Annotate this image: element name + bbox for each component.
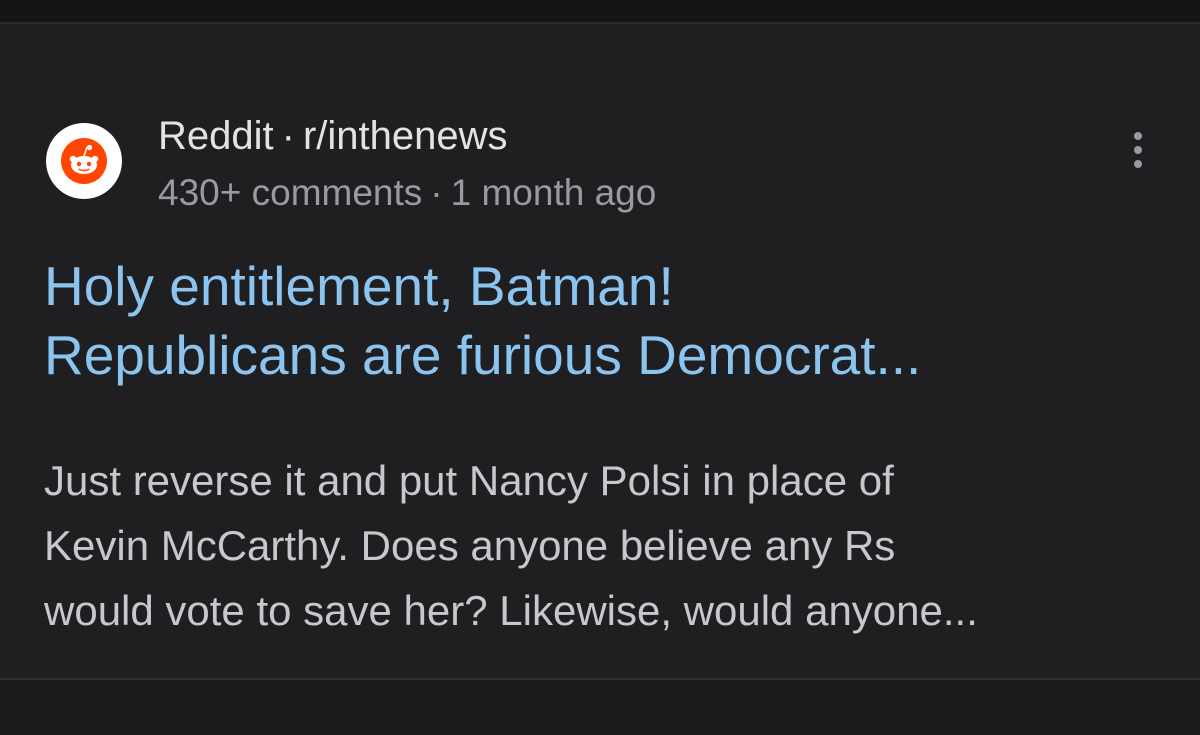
previous-result-edge xyxy=(0,0,1200,24)
post-age: 1 month ago xyxy=(450,172,657,213)
headline-line: Holy entitlement, Batman! xyxy=(44,255,674,317)
result-headline-link[interactable]: Holy entitlement, Batman! Republicans ar… xyxy=(44,252,1164,390)
snippet-line: Just reverse it and put Nancy Polsi in p… xyxy=(44,457,894,504)
reddit-logo-icon xyxy=(46,123,122,199)
result-source[interactable]: Reddit · r/inthenews xyxy=(158,112,508,160)
result-card[interactable]: Reddit · r/inthenews 430+ comments · 1 month… xyxy=(0,24,1200,678)
snippet-line: Kevin McCarthy. Does anyone believe any … xyxy=(44,522,896,569)
comment-count: 430+ comments xyxy=(158,172,423,213)
result-snippet: Just reverse it and put Nancy Polsi in p… xyxy=(44,448,1174,643)
menu-dot xyxy=(1134,146,1142,154)
result-meta: 430+ comments · 1 month ago xyxy=(158,170,656,216)
more-vert-icon[interactable] xyxy=(1118,126,1158,174)
headline-line: Republicans are furious Democrat... xyxy=(44,324,922,386)
source-name: Reddit xyxy=(158,114,274,158)
search-results-page: Reddit · r/inthenews 430+ comments · 1 month… xyxy=(0,0,1200,735)
next-result-edge xyxy=(0,680,1200,735)
subreddit-name: r/inthenews xyxy=(302,114,508,158)
source-separator: · xyxy=(281,114,295,158)
snippet-line: would vote to save her? Likewise, would … xyxy=(44,587,978,634)
menu-dot xyxy=(1134,132,1142,140)
meta-separator: · xyxy=(430,172,443,213)
menu-dot xyxy=(1134,160,1142,168)
